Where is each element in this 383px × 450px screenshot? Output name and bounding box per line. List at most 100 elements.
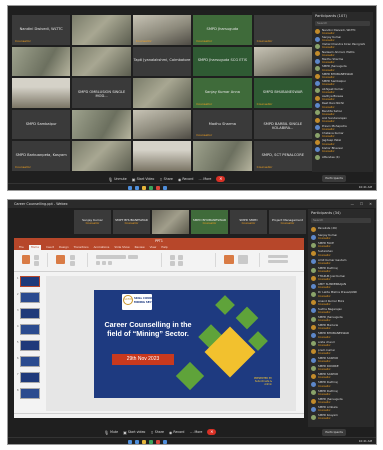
participant-list-item[interactable]: SMPD Sambalpur Counsellor: [312, 80, 373, 87]
record-button[interactable]: ◉ Record: [178, 177, 194, 182]
video-button[interactable]: ▣ Start video: [123, 430, 145, 435]
video-tile[interactable]: [12, 78, 71, 108]
video-tile[interactable]: Madhu Sharma Counsellor: [193, 109, 252, 140]
participant-list-item[interactable]: SMPD Madurai Counsellor: [308, 323, 374, 331]
arrange-icon[interactable]: [238, 255, 248, 264]
folder-icon[interactable]: [142, 185, 146, 190]
video-tile[interactable]: Counsellor: [253, 15, 312, 45]
participant-list-item[interactable]: Sudarshan Counsellor: [308, 250, 374, 258]
minimize-icon[interactable]: —: [351, 202, 354, 206]
search-icon[interactable]: [135, 185, 139, 190]
video-tile[interactable]: SMPD, SCT PENALCORE Counsellor: [253, 141, 312, 171]
video-tile[interactable]: [193, 141, 252, 171]
participant-list-item[interactable]: THAKUR Joel Kumar Counsellor: [308, 274, 374, 282]
webex-icon[interactable]: [149, 185, 153, 190]
video-tile[interactable]: Counsellor: [132, 15, 192, 45]
participant-list-item[interactable]: Anil Sundararajan Counsellor: [312, 117, 373, 124]
video-tile[interactable]: SMPD OMBLUSION SINGLE MOD...: [72, 78, 131, 108]
video-tile[interactable]: Project Management Counsellor: [269, 210, 306, 234]
slide-thumbnail[interactable]: 7: [17, 372, 40, 383]
video-tile[interactable]: SMPD BHUBANESWAR Counsellor: [253, 78, 312, 108]
participants-toggle-button[interactable]: Participants: [322, 175, 346, 182]
video-tile[interactable]: [72, 109, 131, 140]
participant-list-item[interactable]: anita chand Counsellor: [308, 340, 374, 348]
participant-list-item[interactable]: Anand Kumar Ekka Counsellor: [308, 299, 374, 307]
font-name-select[interactable]: [96, 255, 126, 259]
participant-list-item[interactable]: SMPD Rudhraj Counsellor: [308, 381, 374, 389]
record-button[interactable]: ◉ Record: [169, 430, 185, 435]
cut-icon[interactable]: [34, 255, 39, 260]
participant-list-item[interactable]: Panelists (26): [308, 225, 374, 233]
participant-list-item[interactable]: prem kumar Counsellor: [308, 348, 374, 356]
participant-list-item[interactable]: Aadhya Biswas Counsellor: [312, 95, 373, 102]
maximize-icon[interactable]: ☐: [360, 202, 363, 206]
reset-icon[interactable]: [70, 261, 75, 266]
participant-list-item[interactable]: SMPD Jharsuguda Counsellor: [312, 65, 373, 72]
new-slide-icon[interactable]: [56, 255, 65, 264]
video-tile[interactable]: Sanjay Kumar Counsellor: [74, 210, 111, 234]
video-tile[interactable]: [132, 78, 192, 108]
video-tile[interactable]: SMPD Jharsuguda Counsellor: [193, 15, 252, 45]
participants-search-input[interactable]: Search: [315, 21, 370, 26]
start-icon[interactable]: [128, 439, 132, 444]
participant-list-item[interactable]: SMPD Rudhraj Counsellor: [308, 266, 374, 274]
video-tile[interactable]: [132, 109, 192, 140]
participant-list-item[interactable]: Sanjay Kumar Counsellor: [312, 35, 373, 42]
participant-list-item[interactable]: Nadeem Ahmad, PGDG Counsellor: [312, 50, 373, 57]
more-button[interactable]: ⋯ More: [198, 177, 211, 182]
start-icon[interactable]: [128, 185, 132, 190]
video-tile[interactable]: Sanjay Kumar Anna Counsellor: [193, 78, 252, 108]
numbering-icon[interactable]: [178, 255, 183, 260]
mute-button[interactable]: 🎙 Mute: [104, 430, 118, 435]
replace-icon[interactable]: [268, 260, 288, 263]
participant-list-item[interactable]: SMPD Jharsuguda Counsellor: [308, 397, 374, 405]
participant-list-item[interactable]: SMPD SASPUR Counsellor: [308, 356, 374, 364]
browser-icon[interactable]: [163, 185, 167, 190]
participant-list-item[interactable]: SMPD SASPUR Counsellor: [308, 372, 374, 380]
powerpoint-icon[interactable]: [156, 439, 160, 444]
participant-list-item[interactable]: Bandita Sahoo Counsellor: [312, 109, 373, 116]
participant-list-item[interactable]: Pravin Mohapatra Counsellor: [312, 124, 373, 131]
participant-list-item[interactable]: Reet Rani Nikhil Counsellor: [312, 102, 373, 109]
participant-list-item[interactable]: Nandini Dwivedi, WLTTC Counsellor: [312, 28, 373, 35]
more-button[interactable]: ⋯ More: [189, 430, 202, 435]
bullets-icon[interactable]: [170, 255, 175, 260]
browser-icon[interactable]: [163, 439, 167, 444]
italic-icon[interactable]: [102, 261, 106, 265]
mute-button[interactable]: 🎙 Unmute: [108, 177, 127, 182]
video-button[interactable]: ▣ Start Video: [132, 177, 155, 182]
video-tile[interactable]: [12, 46, 71, 77]
copy-icon[interactable]: [34, 261, 39, 266]
participants-toggle-button[interactable]: Participants: [322, 429, 346, 436]
slide-thumbnail[interactable]: 4: [17, 324, 40, 335]
participant-list-item[interactable]: SMPD BHUBANESWAR Counsellor: [312, 72, 373, 79]
end-call-button[interactable]: ✕: [207, 429, 217, 435]
participant-list-item[interactable]: SMPD FACE Counsellor: [308, 241, 374, 249]
slide-thumbnail[interactable]: 3: [17, 308, 40, 319]
video-tile[interactable]: SMPD BHUBANESWAR Counsellor: [191, 210, 228, 234]
participant-list-item[interactable]: Vishal Chandra Kiran Panigrahi Counsellor: [312, 43, 373, 50]
font-size-select[interactable]: [128, 255, 138, 259]
slide-thumbnail[interactable]: 5: [17, 340, 40, 351]
video-tile[interactable]: Nandini Dwivedi, WLTTC Counsellor: [12, 15, 71, 45]
folder-icon[interactable]: [142, 439, 146, 444]
find-icon[interactable]: [268, 255, 288, 258]
video-tile[interactable]: SMPD SMPD Counsellor: [230, 210, 267, 234]
video-tile[interactable]: [152, 210, 189, 234]
slide-thumbnail[interactable]: 6: [17, 356, 40, 367]
slide-thumbnail[interactable]: 1: [17, 276, 40, 287]
powerpoint-icon[interactable]: [156, 185, 160, 190]
video-tile[interactable]: [72, 15, 131, 45]
participant-list-item[interactable]: Dr Lalita Mishra Prasad/AND Counsellor: [308, 291, 374, 299]
participant-list-item[interactable]: AMIT SUNDERRAJAN Counsellor: [308, 282, 374, 290]
participant-list-item[interactable]: Sanjay Kumar Counsellor: [308, 233, 374, 241]
video-tile[interactable]: [253, 46, 312, 77]
participant-list-item[interactable]: Madhu Sharma Counsellor: [312, 58, 373, 65]
share-button[interactable]: ⇪ Share: [159, 177, 173, 182]
search-icon[interactable]: [135, 439, 139, 444]
participant-list-item[interactable]: SMPD Ambala Counsellor: [308, 405, 374, 413]
participant-list-item[interactable]: Kishor Bhavsar Counsellor: [312, 146, 373, 153]
layout-icon[interactable]: [70, 255, 75, 260]
close-icon[interactable]: ✕: [369, 202, 372, 206]
participant-list-item[interactable]: Amit Kumar Gautam Counsellor: [308, 258, 374, 266]
